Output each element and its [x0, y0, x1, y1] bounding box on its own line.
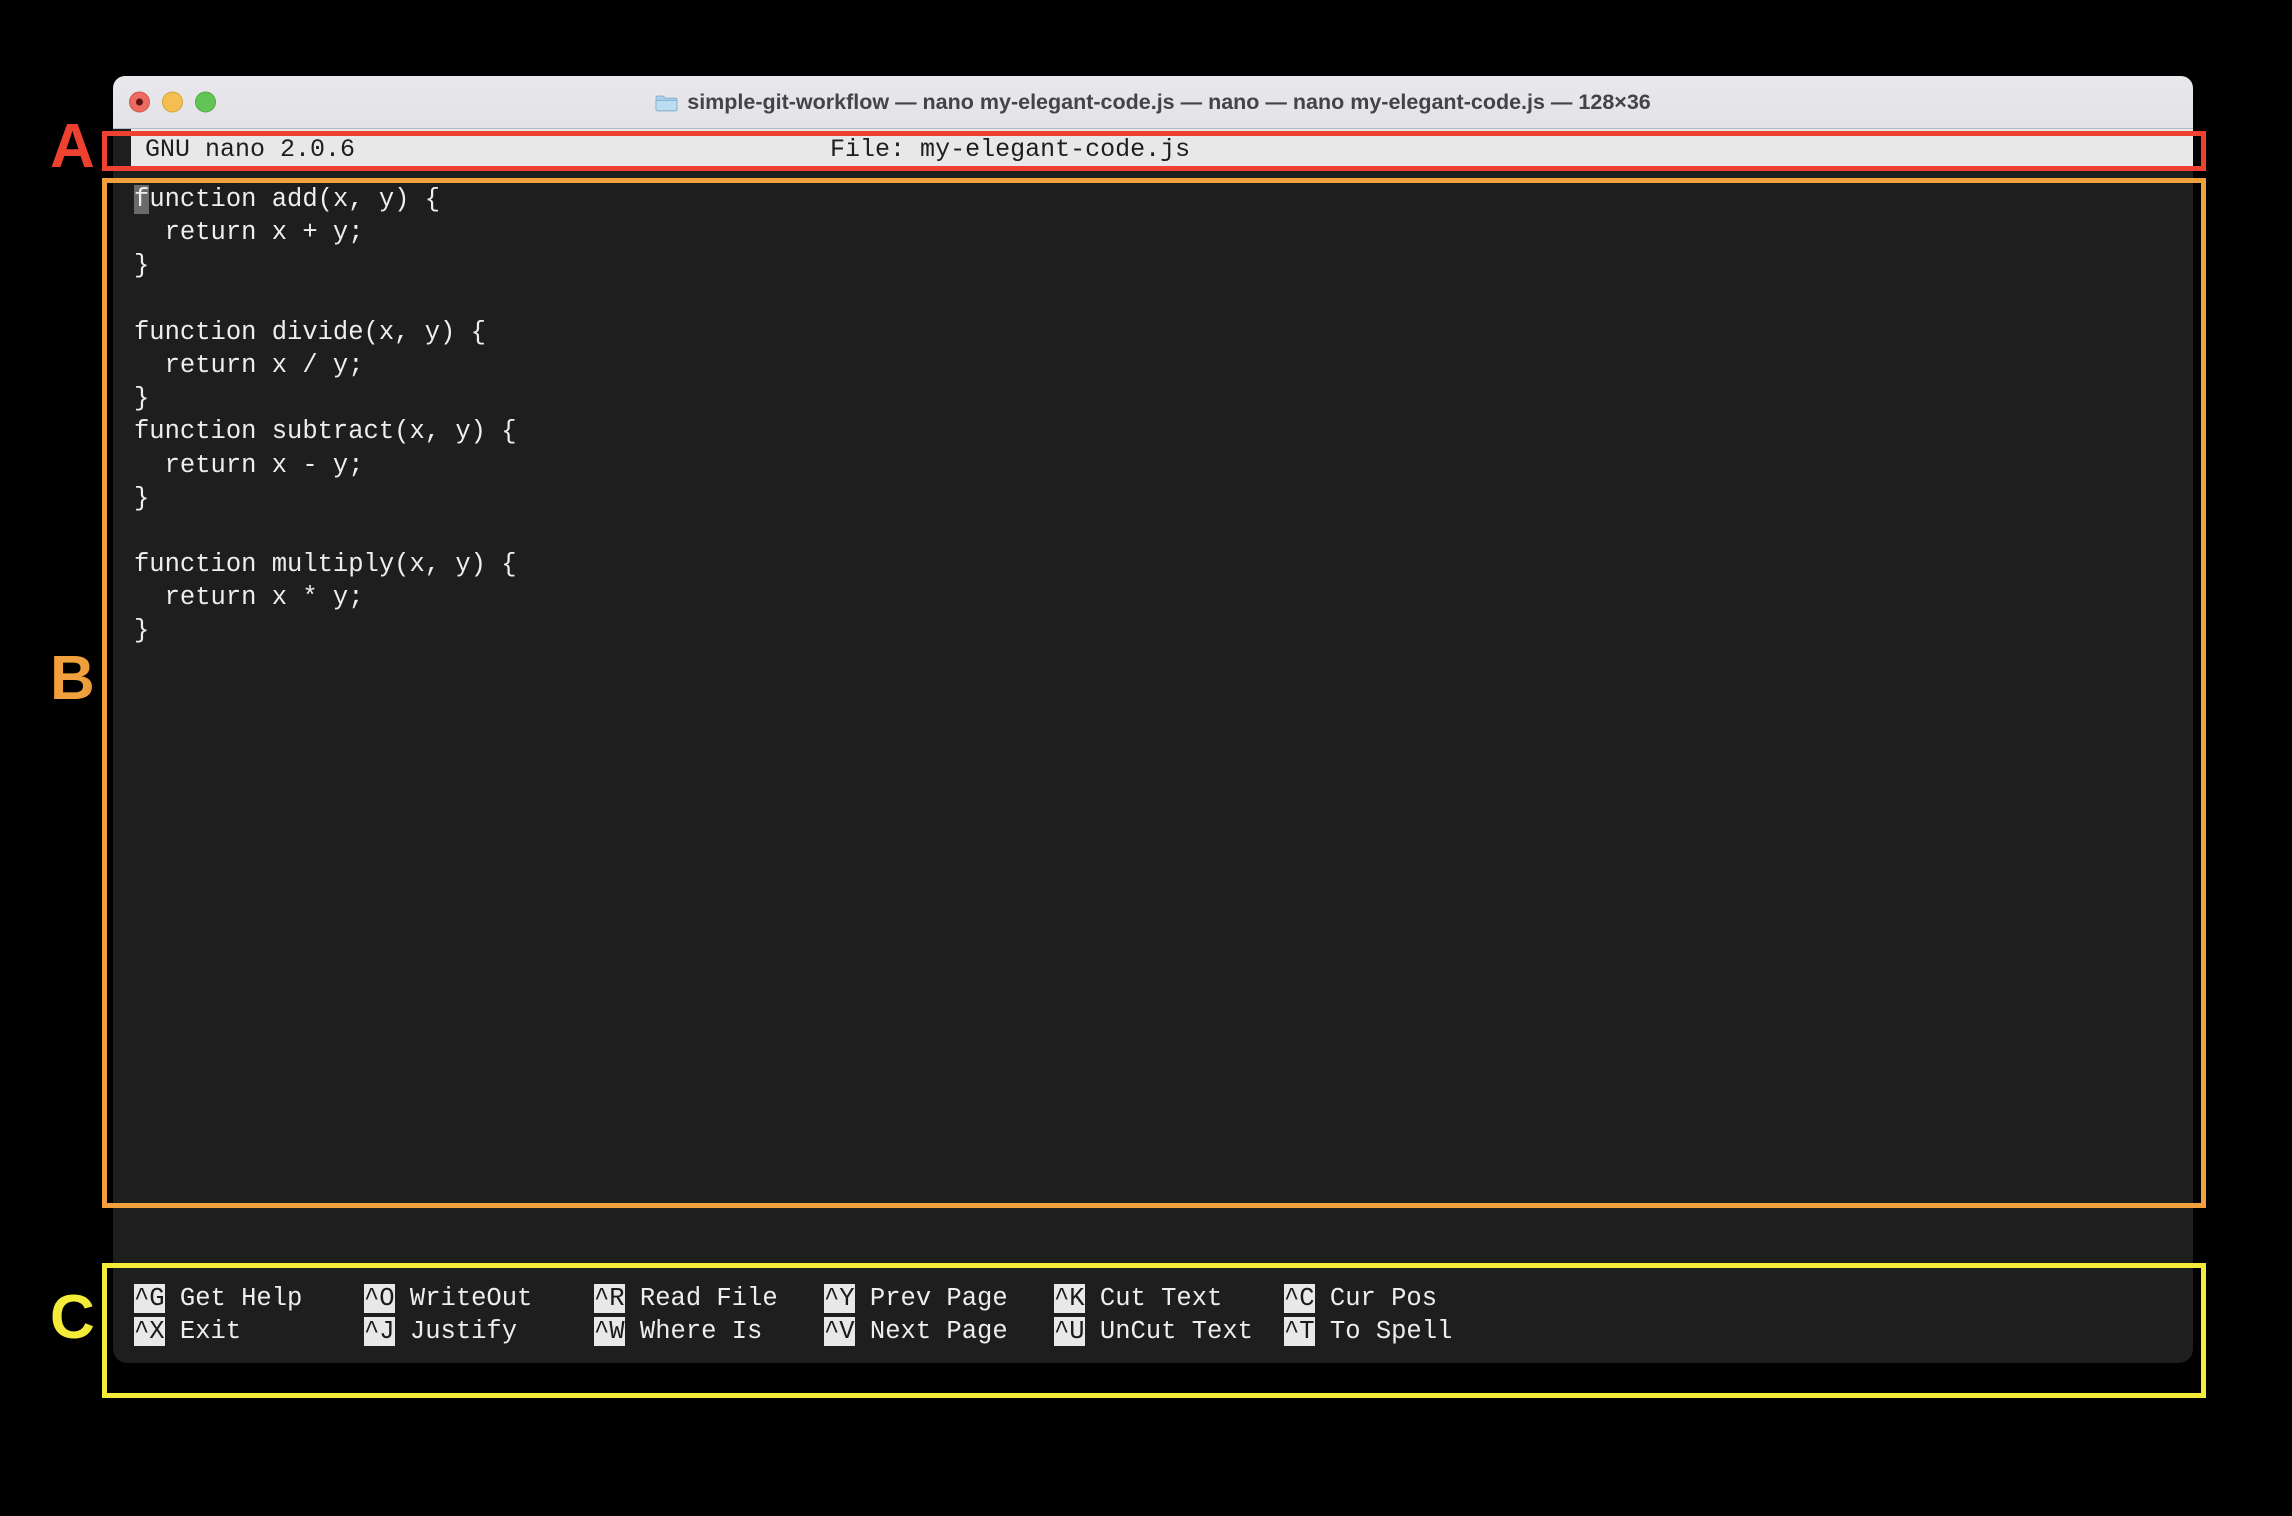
code-line: }: [134, 251, 150, 281]
code-line: }: [134, 616, 150, 646]
shortcut-key: ^U: [1054, 1316, 1085, 1346]
shortcut-item[interactable]: ^X Exit: [134, 1315, 364, 1348]
shortcut-column: ^R Read File ^W Where Is: [594, 1282, 824, 1348]
nano-terminal-screen: GNU nano 2.0.6 File: my-elegant-code.js …: [113, 129, 2193, 1363]
code-line: return x / y;: [134, 350, 364, 380]
nano-header-left-pad: [113, 129, 131, 169]
shortcut-key: ^G: [134, 1283, 165, 1313]
shortcut-label: To Spell: [1314, 1316, 1453, 1346]
window-title-bar: simple-git-workflow — nano my-elegant-co…: [113, 76, 2193, 129]
shortcut-label: Cur Pos: [1314, 1283, 1438, 1313]
code-line: }: [134, 384, 150, 414]
shortcut-label: UnCut Text: [1084, 1316, 1253, 1346]
traffic-light-buttons: [129, 91, 216, 113]
shortcut-column: ^K Cut Text ^U UnCut Text: [1054, 1282, 1284, 1348]
shortcut-column: ^G Get Help ^X Exit: [134, 1282, 364, 1348]
code-line: function divide(x, y) {: [134, 317, 486, 347]
shortcut-label: Read File: [624, 1283, 778, 1313]
shortcut-item[interactable]: ^G Get Help: [134, 1282, 364, 1315]
shortcut-help-bar: ^G Get Help ^X Exit ^O WriteOut ^J Justify ^…: [113, 1268, 2193, 1363]
code-editing-area[interactable]: function add(x, y) { return x + y;} func…: [113, 169, 2193, 1173]
shortcut-column: ^O WriteOut ^J Justify: [364, 1282, 594, 1348]
code-line: }: [134, 483, 150, 513]
code-line-text: unction add(x, y) {: [149, 185, 441, 214]
shortcut-label: Get Help: [164, 1283, 303, 1313]
shortcut-key: ^V: [824, 1316, 855, 1346]
shortcut-item[interactable]: ^K Cut Text: [1054, 1282, 1284, 1315]
folder-icon: [655, 93, 678, 112]
window-title-text: simple-git-workflow — nano my-elegant-co…: [687, 89, 1651, 114]
shortcut-item[interactable]: ^V Next Page: [824, 1315, 1054, 1348]
shortcut-key: ^K: [1054, 1283, 1085, 1313]
shortcut-key: ^O: [364, 1283, 395, 1313]
shortcut-key: ^W: [594, 1316, 625, 1346]
shortcut-item[interactable]: ^Y Prev Page: [824, 1282, 1054, 1315]
annotation-letter-c: C: [50, 1283, 95, 1352]
code-line: function subtract(x, y) {: [134, 417, 517, 447]
close-window-button[interactable]: [129, 91, 150, 113]
terminal-window: simple-git-workflow — nano my-elegant-co…: [113, 76, 2193, 1363]
shortcut-key: ^T: [1284, 1316, 1315, 1346]
annotation-letter-a: A: [50, 112, 95, 181]
shortcut-label: Where Is: [624, 1316, 763, 1346]
shortcut-key: ^C: [1284, 1283, 1315, 1313]
nano-header-bar: GNU nano 2.0.6 File: my-elegant-code.js: [113, 129, 2193, 169]
code-line: function multiply(x, y) {: [134, 550, 517, 580]
shortcut-item[interactable]: ^R Read File: [594, 1282, 824, 1315]
shortcut-item[interactable]: ^U UnCut Text: [1054, 1315, 1284, 1348]
minimize-window-button[interactable]: [162, 91, 183, 113]
shortcut-label: Exit: [164, 1316, 242, 1346]
annotation-letter-b: B: [50, 644, 95, 713]
shortcut-item[interactable]: ^C Cur Pos: [1284, 1282, 1514, 1315]
shortcut-item[interactable]: ^O WriteOut: [364, 1282, 594, 1315]
shortcut-key: ^X: [134, 1316, 165, 1346]
shortcut-label: WriteOut: [394, 1283, 533, 1313]
shortcut-item[interactable]: ^J Justify: [364, 1315, 594, 1348]
shortcut-key: ^Y: [824, 1283, 855, 1313]
text-cursor: f: [134, 185, 150, 214]
shortcut-label: Cut Text: [1084, 1283, 1223, 1313]
code-line: return x * y;: [134, 583, 364, 613]
shortcut-key: ^J: [364, 1316, 395, 1346]
window-title-group: simple-git-workflow — nano my-elegant-co…: [655, 90, 1651, 115]
shortcut-column: ^Y Prev Page ^V Next Page: [824, 1282, 1054, 1348]
shortcut-column: ^C Cur Pos ^T To Spell: [1284, 1282, 1514, 1348]
maximize-window-button[interactable]: [195, 91, 216, 113]
code-line: return x - y;: [134, 450, 364, 480]
shortcut-key: ^R: [594, 1283, 625, 1313]
shortcut-item[interactable]: ^T To Spell: [1284, 1315, 1514, 1348]
shortcut-label: Next Page: [854, 1316, 1008, 1346]
code-line: function add(x, y) {: [134, 183, 2193, 216]
nano-version-label: GNU nano 2.0.6: [145, 134, 356, 164]
shortcut-label: Prev Page: [854, 1283, 1008, 1313]
shortcut-label: Justify: [394, 1316, 518, 1346]
shortcut-item[interactable]: ^W Where Is: [594, 1315, 824, 1348]
code-line: return x + y;: [134, 218, 364, 248]
nano-file-label: File: my-elegant-code.js: [830, 134, 1191, 164]
